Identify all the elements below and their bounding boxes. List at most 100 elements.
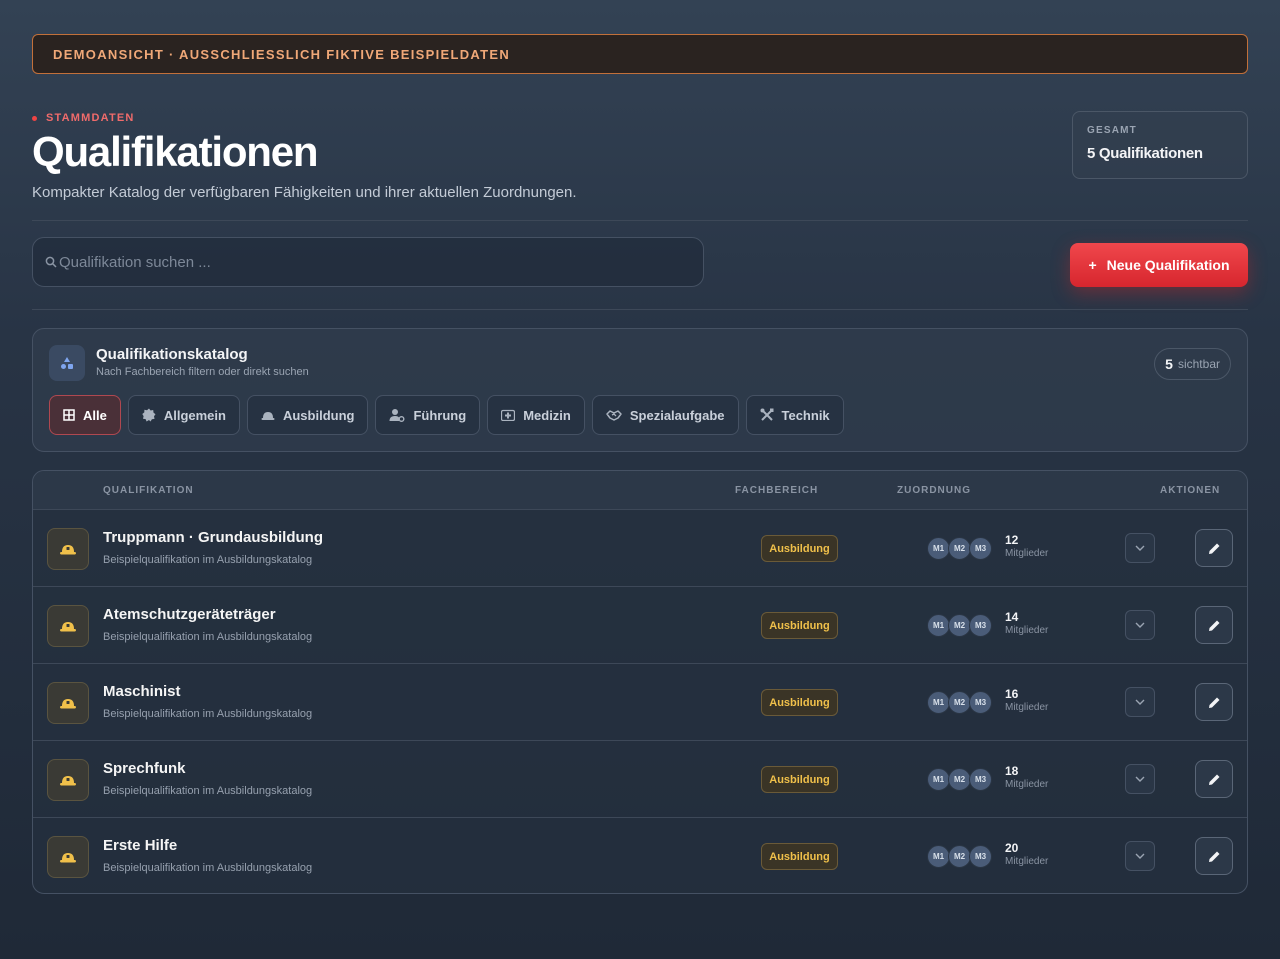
col-zuordnung: ZUORDNUNG	[897, 485, 971, 496]
area-badge: Ausbildung	[761, 689, 838, 716]
filter-chip-label: Spezialaufgabe	[629, 407, 725, 423]
pencil-icon	[1208, 850, 1221, 863]
pencil-icon	[1208, 542, 1221, 555]
helmet-icon	[47, 528, 89, 570]
expand-button[interactable]	[1125, 764, 1155, 794]
handshake-icon	[606, 410, 622, 421]
search-input[interactable]	[59, 253, 679, 271]
pencil-icon	[1208, 619, 1221, 632]
filter-chip-label: Medizin	[523, 407, 571, 423]
filter-chip-label: Allgemein	[163, 407, 226, 423]
divider	[32, 309, 1248, 310]
table-row[interactable]: Atemschutzgeräteträger Beispielqualifika…	[33, 587, 1247, 664]
expand-button[interactable]	[1125, 610, 1155, 640]
catalog-subtitle: Nach Fachbereich filtern oder direkt suc…	[96, 366, 309, 378]
member-count: 14 Mitglieder	[1005, 610, 1048, 636]
eyebrow-label: STAMMDATEN	[46, 112, 135, 124]
pencil-icon	[1208, 696, 1221, 709]
table-row[interactable]: Sprechfunk Beispielqualifikation im Ausb…	[33, 741, 1247, 818]
member-count: 12 Mitglieder	[1005, 533, 1048, 559]
qualification-name: Atemschutzgeräteträger	[103, 606, 276, 623]
eyebrow: STAMMDATEN	[32, 112, 135, 124]
member-count: 18 Mitglieder	[1005, 764, 1048, 790]
table-row[interactable]: Erste Hilfe Beispielqualifikation im Aus…	[33, 818, 1247, 893]
avatar-group: M1 M2 M3	[927, 691, 992, 714]
filter-chip-technik[interactable]: Technik	[745, 395, 844, 435]
chevron-down-icon	[1135, 699, 1145, 705]
member-count-value: 20	[1005, 841, 1019, 855]
qualification-description: Beispielqualifikation im Ausbildungskata…	[103, 554, 313, 566]
member-avatar: M3	[969, 845, 992, 868]
filter-chip-fuehrung[interactable]: Führung	[375, 395, 481, 435]
filter-chip-medizin[interactable]: Medizin	[487, 395, 585, 435]
helmet-icon	[261, 412, 275, 420]
expand-button[interactable]	[1125, 533, 1155, 563]
member-avatar: M2	[948, 845, 971, 868]
member-count-value: 18	[1005, 764, 1019, 778]
member-count-label: Mitglieder	[1005, 779, 1049, 790]
avatar-group: M1 M2 M3	[927, 537, 992, 560]
helmet-icon	[47, 836, 89, 878]
visible-count: 5	[1165, 356, 1173, 372]
filter-chip-label: Technik	[781, 407, 830, 423]
qualification-name: Sprechfunk	[103, 760, 186, 777]
member-avatar: M1	[927, 614, 950, 637]
total-label: GESAMT	[1087, 125, 1137, 136]
search-box[interactable]	[32, 237, 704, 287]
qualification-description: Beispielqualifikation im Ausbildungskata…	[103, 708, 313, 720]
edit-button[interactable]	[1195, 837, 1233, 875]
eyebrow-dot	[32, 115, 37, 121]
qualification-name: Erste Hilfe	[103, 837, 178, 854]
member-count-label: Mitglieder	[1005, 856, 1049, 867]
member-avatar: M3	[969, 768, 992, 791]
edit-button[interactable]	[1195, 529, 1233, 567]
edit-button[interactable]	[1195, 606, 1233, 644]
member-count-label: Mitglieder	[1005, 625, 1049, 636]
member-avatar: M3	[969, 614, 992, 637]
expand-button[interactable]	[1125, 687, 1155, 717]
member-count-value: 14	[1005, 610, 1019, 624]
helmet-icon	[47, 759, 89, 801]
qualification-name: Truppmann · Grundausbildung	[103, 529, 323, 546]
new-qualification-button[interactable]: + Neue Qualifikation	[1070, 243, 1248, 287]
qualification-table: QUALIFIKATION FACHBEREICH ZUORDNUNG AKTI…	[32, 470, 1248, 894]
member-avatar: M2	[948, 537, 971, 560]
catalog-title: Qualifikationskatalog	[96, 346, 248, 363]
member-avatar: M1	[927, 768, 950, 791]
member-avatar: M2	[948, 691, 971, 714]
filter-chip-ausbildung[interactable]: Ausbildung	[246, 395, 369, 435]
visible-label: sichtbar	[1177, 357, 1220, 371]
shapes-icon	[49, 345, 85, 381]
filter-chip-spezialaufgabe[interactable]: Spezialaufgabe	[591, 395, 739, 435]
page-title: Qualifikationen	[32, 128, 319, 175]
plus-icon: +	[1088, 257, 1097, 273]
member-avatar: M1	[927, 845, 950, 868]
col-fachbereich: FACHBEREICH	[735, 485, 819, 496]
visible-count-pill: 5 sichtbar	[1154, 348, 1231, 380]
table-row[interactable]: Maschinist Beispielqualifikation im Ausb…	[33, 664, 1247, 741]
search-icon	[45, 256, 57, 268]
divider	[32, 220, 1248, 221]
area-badge: Ausbildung	[761, 535, 838, 562]
qualification-name: Maschinist	[103, 683, 181, 700]
qualification-description: Beispielqualifikation im Ausbildungskata…	[103, 862, 313, 874]
filter-chip-label: Alle	[83, 407, 107, 423]
helmet-icon	[47, 682, 89, 724]
table-header: QUALIFIKATION FACHBEREICH ZUORDNUNG AKTI…	[33, 471, 1247, 510]
filter-chip-allgemein[interactable]: Allgemein	[127, 395, 240, 435]
edit-button[interactable]	[1195, 683, 1233, 721]
expand-button[interactable]	[1125, 841, 1155, 871]
filter-chip-label: Führung	[413, 407, 467, 423]
total-value: 5 Qualifikationen	[1087, 145, 1203, 162]
avatar-group: M1 M2 M3	[927, 768, 992, 791]
area-badge: Ausbildung	[761, 843, 838, 870]
table-row[interactable]: Truppmann · Grundausbildung Beispielqual…	[33, 510, 1247, 587]
chevron-down-icon	[1135, 622, 1145, 628]
filter-chips: Alle Allgemein Ausbildung Führung Medizi…	[49, 395, 844, 435]
member-count-label: Mitglieder	[1005, 702, 1049, 713]
table-body: Truppmann · Grundausbildung Beispielqual…	[33, 510, 1247, 893]
avatar-group: M1 M2 M3	[927, 845, 992, 868]
filter-chip-alle[interactable]: Alle	[49, 395, 121, 435]
edit-button[interactable]	[1195, 760, 1233, 798]
chevron-down-icon	[1135, 545, 1145, 551]
